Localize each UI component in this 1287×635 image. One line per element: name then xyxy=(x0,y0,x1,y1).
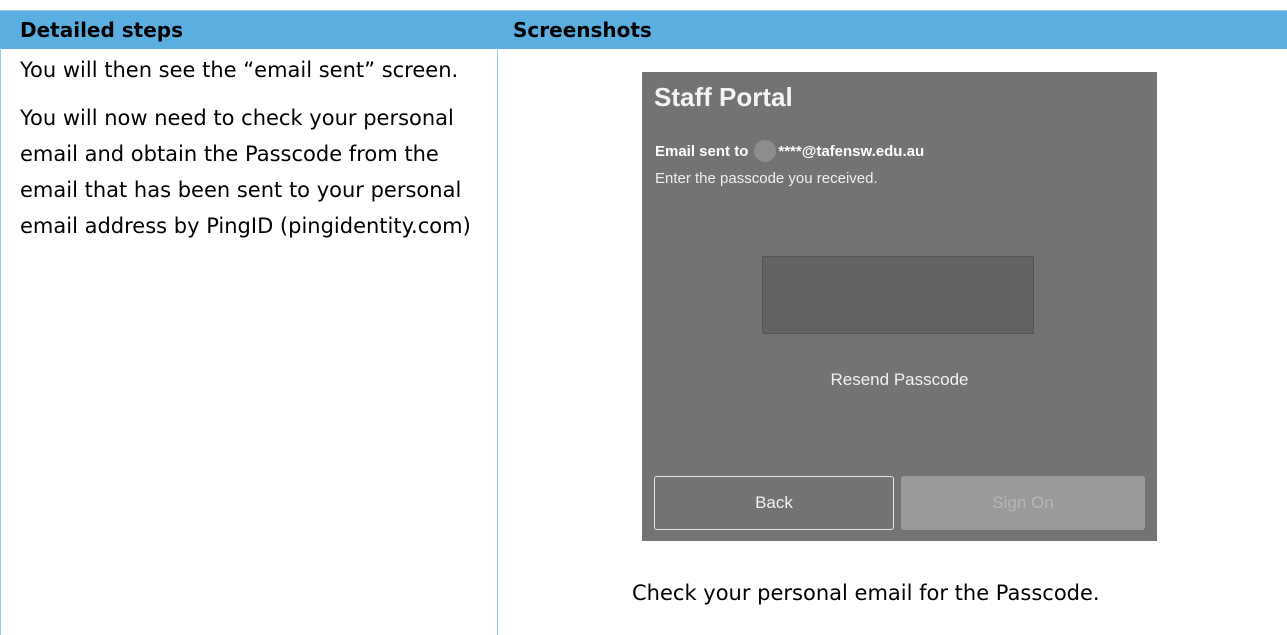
detailed-steps-cell: You will then see the “email sent” scree… xyxy=(20,52,490,256)
header-screenshots: Screenshots xyxy=(513,18,652,42)
email-sent-line: Email sent to ****@tafensw.edu.au xyxy=(655,140,924,162)
table-header-row: Detailed steps Screenshots xyxy=(0,10,1287,49)
passcode-instruction: Enter the passcode you received. xyxy=(655,170,878,187)
resend-passcode-link[interactable]: Resend Passcode xyxy=(642,370,1157,390)
masked-email: ****@tafensw.edu.au xyxy=(778,142,925,160)
passcode-input[interactable] xyxy=(762,256,1034,334)
portal-title: Staff Portal xyxy=(654,82,793,112)
instruction-table: Detailed steps Screenshots You will then… xyxy=(0,0,1287,635)
column-divider xyxy=(497,48,498,635)
staff-portal-screenshot: Staff Portal Email sent to ****@tafensw.… xyxy=(642,72,1157,541)
step-paragraph: You will now need to check your personal… xyxy=(20,106,471,238)
header-detailed-steps: Detailed steps xyxy=(20,18,184,42)
email-sent-prefix: Email sent to xyxy=(655,142,749,160)
redacted-avatar-icon xyxy=(754,140,777,162)
sign-on-button[interactable]: Sign On xyxy=(901,476,1145,530)
back-button[interactable]: Back xyxy=(654,476,894,530)
screenshot-caption: Check your personal email for the Passco… xyxy=(632,581,1100,605)
step-paragraph: You will then see the “email sent” scree… xyxy=(20,58,459,82)
table-left-border xyxy=(0,48,1,635)
